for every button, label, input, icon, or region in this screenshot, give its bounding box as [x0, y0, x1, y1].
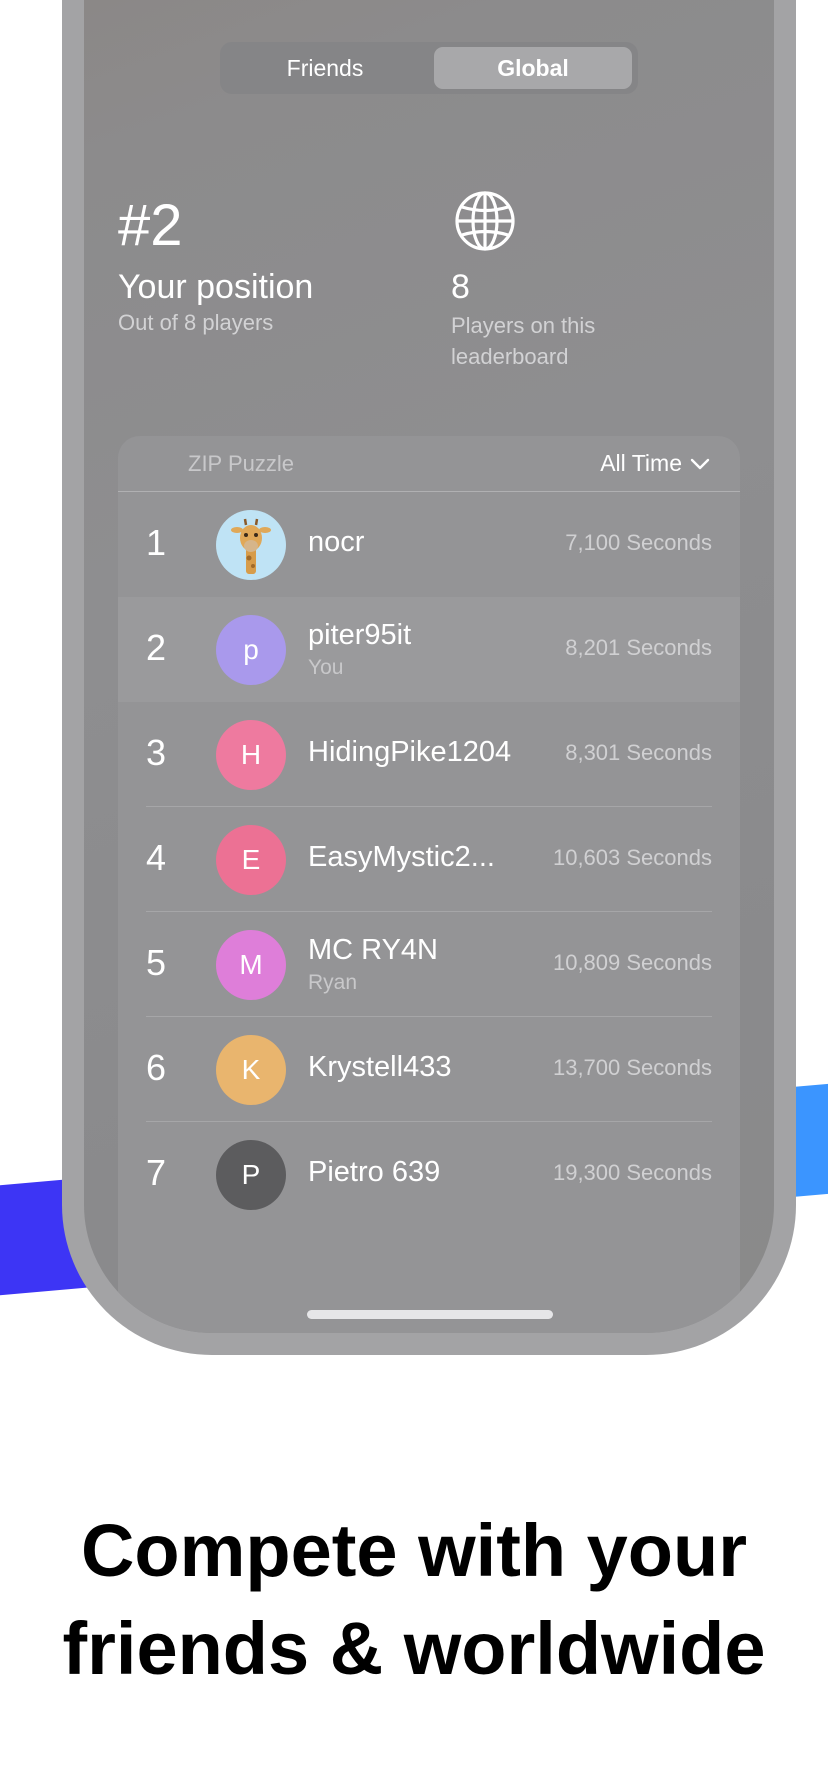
- tab-friends[interactable]: Friends: [226, 47, 424, 89]
- row-player-name: HidingPike1204: [308, 736, 512, 768]
- leaderboard-name: ZIP Puzzle: [188, 451, 294, 476]
- leaderboard-row[interactable]: 7 P Pietro 639 19,300 Seconds: [118, 1122, 740, 1227]
- row-player-name: piter95it: [308, 619, 412, 651]
- time-filter-label: All Time: [600, 450, 682, 476]
- player-count: 8: [451, 268, 470, 306]
- row-rank: 5: [146, 942, 167, 983]
- home-indicator[interactable]: [307, 1310, 553, 1319]
- row-score: 10,603 Seconds: [552, 845, 712, 870]
- marketing-caption: Compete with your friends & worldwide: [0, 1502, 828, 1698]
- avatar: M: [216, 930, 286, 1000]
- row-rank: 1: [146, 522, 167, 563]
- row-player-name: nocr: [308, 526, 365, 558]
- tab-global[interactable]: Global: [434, 47, 632, 89]
- row-rank: 7: [146, 1152, 167, 1193]
- position-subtitle: Out of 8 players: [118, 310, 274, 335]
- time-filter-dropdown[interactable]: All Time: [600, 450, 710, 477]
- row-player-name: MC RY4N: [308, 934, 438, 966]
- row-player-name: Krystell433: [308, 1051, 452, 1083]
- row-player-name: EasyMystic2...: [308, 841, 495, 873]
- avatar: p: [216, 615, 286, 685]
- giraffe-icon: [231, 518, 271, 574]
- position-title: Your position: [118, 268, 314, 306]
- chevron-down-icon: [690, 458, 710, 469]
- caption-line-1: Compete with your: [80, 1509, 748, 1592]
- row-rank: 2: [146, 627, 167, 668]
- row-score: 8,301 Seconds: [565, 740, 712, 765]
- avatar: K: [216, 1035, 286, 1105]
- leaderboard-row-current-user[interactable]: 2 p piter95it You 8,201 Seconds: [118, 597, 740, 702]
- player-count-subtitle: Players on this leaderboard: [451, 313, 596, 369]
- row-player-name: Pietro 639: [308, 1156, 441, 1188]
- avatar: P: [216, 1140, 286, 1210]
- phone-screen: Friends Global #2 Your position Out of 8…: [84, 0, 774, 1333]
- segmented-control: Friends Global: [220, 42, 638, 94]
- giraffe-avatar: [216, 510, 286, 580]
- caption-line-2: friends & worldwide: [62, 1607, 766, 1690]
- row-player-subtitle: Ryan: [308, 971, 358, 994]
- globe-icon: [455, 191, 515, 251]
- row-rank: 4: [146, 837, 167, 878]
- row-score: 10,809 Seconds: [552, 950, 712, 975]
- leaderboard-card: ZIP Puzzle All Time 1 nocr 7,100 Seconds…: [118, 436, 740, 1333]
- row-score: 7,100 Seconds: [565, 530, 712, 555]
- row-score: 8,201 Seconds: [565, 635, 712, 660]
- row-rank: 6: [146, 1047, 167, 1088]
- row-score: 13,700 Seconds: [552, 1055, 712, 1080]
- row-rank: 3: [146, 732, 167, 773]
- leaderboard-header: ZIP Puzzle All Time: [118, 436, 740, 492]
- leaderboard-row[interactable]: 6 K Krystell433 13,700 Seconds: [118, 1017, 740, 1122]
- position-rank: #2: [118, 193, 183, 258]
- row-score: 19,300 Seconds: [552, 1160, 712, 1185]
- leaderboard-row[interactable]: 4 E EasyMystic2... 10,603 Seconds: [118, 807, 740, 912]
- leaderboard-row[interactable]: 1 nocr 7,100 Seconds: [118, 492, 740, 597]
- leaderboard-row[interactable]: 5 M MC RY4N Ryan 10,809 Seconds: [118, 912, 740, 1017]
- avatar: E: [216, 825, 286, 895]
- avatar: H: [216, 720, 286, 790]
- leaderboard-row[interactable]: 3 H HidingPike1204 8,301 Seconds: [118, 702, 740, 807]
- row-player-subtitle: You: [308, 656, 344, 679]
